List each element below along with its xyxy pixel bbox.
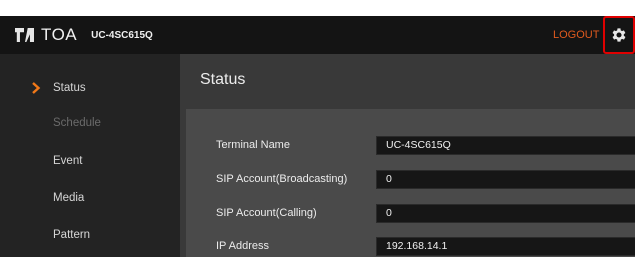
main-content: Status Terminal Name UC-4SC615Q SIP Acco… <box>180 54 635 257</box>
sidebar-item-label: Pattern <box>53 229 91 241</box>
logout-link[interactable]: LOGOUT <box>553 16 599 54</box>
sidebar-item-status[interactable]: Status <box>0 71 180 105</box>
sip-account-broadcasting-label: SIP Account(Broadcasting) <box>216 173 348 185</box>
status-panel: Terminal Name UC-4SC615Q SIP Account(Bro… <box>186 109 635 257</box>
brand: TOA UC-4SC615Q <box>15 16 153 54</box>
settings-button[interactable] <box>603 16 635 54</box>
sidebar-item-schedule[interactable]: Schedule <box>0 106 180 140</box>
terminal-name-value: UC-4SC615Q <box>376 136 635 155</box>
top-bar: TOA UC-4SC615Q LOGOUT <box>0 16 635 54</box>
sidebar-item-label: Schedule <box>53 117 101 129</box>
ip-address-value: 192.168.14.1 <box>376 237 635 256</box>
sidebar-item-label: Media <box>53 192 85 204</box>
sip-account-broadcasting-value: 0 <box>376 170 635 189</box>
page-title: Status <box>200 71 246 88</box>
sidebar-item-media[interactable]: Media <box>0 181 180 215</box>
gear-icon <box>612 28 626 42</box>
device-model: UC-4SC615Q <box>91 29 153 41</box>
ip-address-label: IP Address <box>216 240 269 252</box>
brand-name: TOA <box>41 25 78 44</box>
sip-account-calling-value: 0 <box>376 204 635 223</box>
terminal-name-label: Terminal Name <box>216 139 290 151</box>
sidebar: Status Schedule Event Media Pattern <box>0 54 180 257</box>
sidebar-item-event[interactable]: Event <box>0 144 180 178</box>
app-window: TOA UC-4SC615Q LOGOUT Status Schedule Ev… <box>0 0 635 257</box>
sidebar-item-pattern[interactable]: Pattern <box>0 218 180 252</box>
sidebar-item-label: Status <box>53 82 86 94</box>
toa-logo-icon <box>15 28 37 42</box>
sip-account-calling-label: SIP Account(Calling) <box>216 207 317 219</box>
chevron-right-icon <box>32 82 41 94</box>
sidebar-item-label: Event <box>53 155 83 167</box>
